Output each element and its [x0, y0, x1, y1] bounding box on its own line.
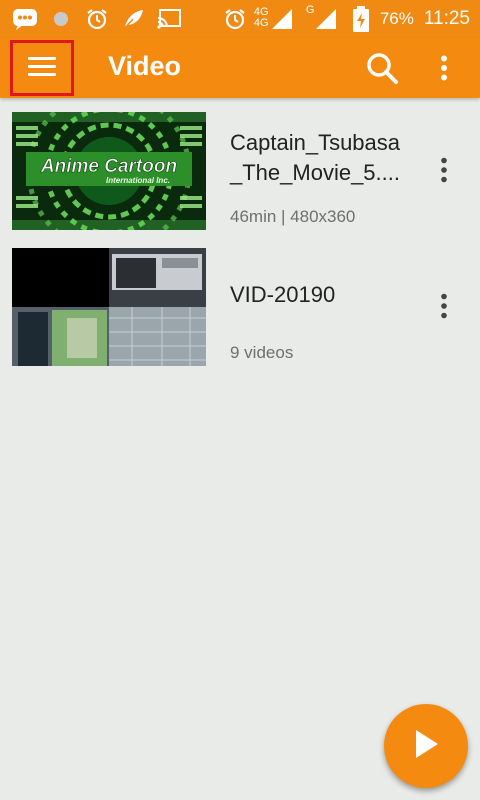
- alarm-icon: [84, 6, 110, 32]
- status-bar-notifications: [12, 6, 182, 32]
- video-item-captain-tsubasa[interactable]: Anime Cartoon International Inc. Captain…: [0, 112, 480, 242]
- folder-preview-image: [12, 248, 206, 366]
- signal-icon: G: [306, 4, 342, 32]
- anime-cartoon-thumbnail-image: Anime Cartoon International Inc.: [12, 112, 206, 230]
- leaf-icon: [120, 6, 146, 32]
- dot-icon: [48, 6, 74, 32]
- status-bar: 4G 4G G 76% 11:25: [0, 0, 480, 38]
- more-vert-icon: [440, 157, 448, 188]
- hamburger-menu-icon: [26, 54, 58, 83]
- signal-icon: 4G 4G: [254, 6, 300, 32]
- folder-thumbnail-grid: [12, 248, 206, 366]
- play-fab-button[interactable]: [384, 704, 468, 788]
- page-title: Video: [108, 51, 182, 81]
- search-button[interactable]: [362, 50, 402, 90]
- folder-title: VID-20190: [230, 282, 336, 307]
- video-folder-vid-20190[interactable]: VID-20190 9 videos: [0, 248, 480, 378]
- more-vert-icon: [440, 55, 448, 86]
- signal-4g-label-lower: 4G: [253, 17, 269, 29]
- thumbnail-title-text: Anime Cartoon: [40, 156, 177, 177]
- clock-time: 11:25: [423, 8, 470, 29]
- search-icon: [365, 51, 399, 90]
- play-icon: [411, 727, 441, 766]
- navigation-menu-button[interactable]: [10, 40, 74, 96]
- app-toolbar: Video: [0, 38, 480, 98]
- thumbnail-subtitle-text: International Inc.: [106, 176, 170, 185]
- battery-charging-icon: [348, 6, 374, 32]
- folder-meta: 9 videos: [230, 343, 294, 362]
- video-thumbnail: Anime Cartoon International Inc.: [12, 112, 206, 230]
- video-title-line-2: _The_Movie_5....: [230, 160, 400, 185]
- battery-percent: 76%: [379, 9, 414, 28]
- alarm-icon: [222, 6, 248, 32]
- video-meta: 46min | 480x360: [230, 207, 356, 226]
- video-item-menu-button[interactable]: [430, 152, 458, 192]
- cast-icon: [156, 6, 182, 32]
- overflow-menu-button[interactable]: [430, 50, 458, 90]
- folder-item-menu-button[interactable]: [430, 288, 458, 328]
- status-bar-system: 4G 4G G 76% 11:25: [222, 4, 470, 32]
- more-vert-icon: [440, 293, 448, 324]
- message-icon: [12, 6, 38, 32]
- video-title-line-1: Captain_Tsubasa: [230, 130, 401, 155]
